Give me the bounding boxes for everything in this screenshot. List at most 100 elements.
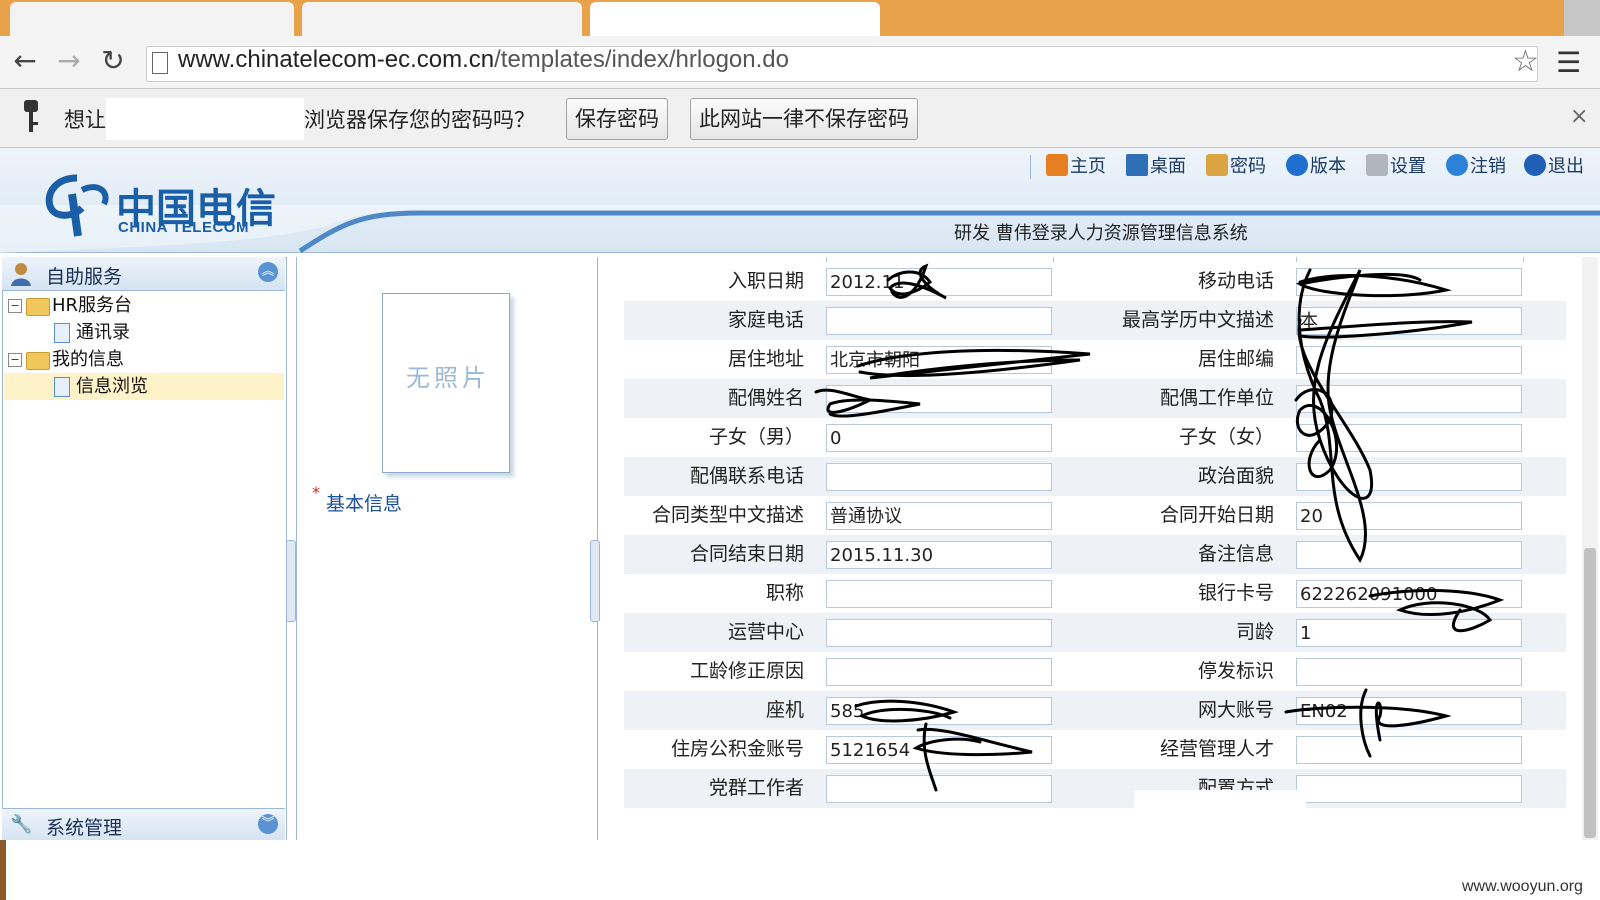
field-input[interactable] [826,580,1052,608]
field-input[interactable] [1296,541,1522,569]
url-text[interactable]: www.chinatelecom-ec.com.cn/templates/ind… [178,46,789,74]
field-input[interactable]: 585 [826,697,1052,725]
sidebar-bottom-title: 系统管理 [46,817,123,839]
nav-label: 设置 [1390,156,1426,177]
field-label: 座机 [765,699,804,721]
home-icon [1046,154,1068,176]
field-input[interactable]: 5121654 [826,736,1052,764]
logout-icon [1446,154,1468,176]
field-input[interactable] [826,385,1052,413]
save-password-button[interactable]: 保存密码 [566,98,668,140]
field-label: 职称 [765,582,804,604]
folder-icon [26,352,50,370]
field-input[interactable] [826,307,1052,335]
password-prompt-start: 想让 [64,108,106,132]
field-label: 配偶工作单位 [1159,387,1274,409]
field-input[interactable] [1296,268,1522,296]
watermark-text: www.wooyun.org [1462,878,1583,895]
field-input[interactable] [826,775,1052,803]
china-telecom-logo-icon [42,174,112,244]
field-input[interactable] [826,658,1052,686]
field-input[interactable]: 20 [1296,502,1522,530]
field-label: 配偶联系电话 [689,465,804,487]
field-input[interactable]: 普通协议 [826,502,1052,530]
sidebar-bottom-header[interactable] [2,808,285,842]
field-label: 合同开始日期 [1159,504,1274,526]
basic-info-link[interactable]: 基本信息 [326,489,402,516]
splitter-handle[interactable] [590,540,600,622]
field-label: 运营中心 [727,621,804,643]
logo-text-en: CHINA TELECOM [118,219,249,236]
field-label: 移动电话 [1197,270,1274,292]
nav-label: 桌面 [1150,156,1186,177]
edge-strip [0,840,6,900]
field-input[interactable]: 北京市朝阳 [826,346,1052,374]
forward-arrow-icon[interactable]: → [52,44,86,78]
wrench-icon: 🔧 [10,814,33,835]
page-icon [152,52,168,74]
bookmark-star-icon[interactable]: ☆ [1512,44,1539,79]
field-input[interactable]: 2015.11.30 [826,541,1052,569]
system-title: 研发 曹伟登录人力资源管理信息系统 [954,223,1248,244]
collapse-up-icon[interactable]: ︽ [258,262,278,282]
back-arrow-icon[interactable]: ← [8,44,42,78]
field-label: 居住地址 [727,348,804,370]
field-input[interactable] [1296,346,1522,374]
sidebar-panel-title: 自助服务 [46,266,123,288]
field-input[interactable] [1296,424,1522,452]
collapse-down-icon[interactable]: ︾ [258,814,278,834]
never-save-password-button[interactable]: 此网站一律不保存密码 [690,98,918,140]
field-input[interactable]: 本 [1296,307,1522,335]
field-input[interactable] [1296,775,1522,803]
required-mark: * [312,483,320,502]
redacted-box [106,98,304,140]
menu-icon[interactable]: ☰ [1556,46,1581,79]
field-input[interactable]: 0 [826,424,1052,452]
field-label: 居住邮编 [1197,348,1274,370]
no-photo-text: 无照片 [406,364,490,392]
password-prompt-end: 浏览器保存您的密码吗？ [304,108,535,132]
field-label: 经营管理人才 [1159,738,1274,760]
field-input[interactable]: 622262091000 [1296,580,1522,608]
field-input[interactable] [1296,463,1522,491]
reload-icon[interactable]: ↻ [96,44,130,78]
tree-item-hr-service[interactable]: HR服务台 [52,293,132,319]
field-label: 合同类型中文描述 [651,504,804,526]
field-label: 子女（女） [1178,426,1274,448]
field-input[interactable] [1296,385,1522,413]
nav-exit[interactable]: 退出 [1524,153,1584,181]
nav-version[interactable]: 版本 [1286,153,1346,181]
tree-item-info-browse[interactable]: 信息浏览 [76,374,148,400]
nav-logout[interactable]: 注销 [1446,153,1506,181]
scrollbar-thumb[interactable] [1584,548,1596,838]
field-input[interactable] [826,619,1052,647]
field-input[interactable] [826,463,1052,491]
field-input[interactable]: 2012.11 [826,268,1052,296]
folder-icon [26,298,50,316]
tree-toggle-icon[interactable]: − [8,299,22,313]
field-input[interactable] [1296,658,1522,686]
tree-item-directory[interactable]: 通讯录 [76,320,130,346]
nav-desktop[interactable]: 桌面 [1126,153,1186,181]
field-input[interactable]: EN02 [1296,697,1522,725]
sidebar-panel-header[interactable] [2,257,285,291]
field-input[interactable] [1296,736,1522,764]
field-input[interactable]: 1 [1296,619,1522,647]
close-icon[interactable]: × [1570,104,1588,129]
sidebar-panel [2,257,287,842]
splitter-handle[interactable] [286,540,296,622]
nav-settings[interactable]: 设置 [1366,153,1426,181]
nav-password[interactable]: 密码 [1206,153,1266,181]
field-label: 子女（男） [708,426,804,448]
field-label: 住房公积金账号 [670,738,804,760]
page-footer [0,840,1600,900]
field-label: 备注信息 [1197,543,1274,565]
tree-item-my-info[interactable]: 我的信息 [52,347,124,373]
nav-label: 主页 [1070,156,1106,177]
tree-toggle-icon[interactable]: − [8,353,22,367]
lock-icon [1206,154,1228,176]
settings-icon [1366,154,1388,176]
nav-home[interactable]: 主页 [1046,153,1106,181]
field-label: 党群工作者 [708,777,804,799]
field-label: 政治面貌 [1197,465,1274,487]
